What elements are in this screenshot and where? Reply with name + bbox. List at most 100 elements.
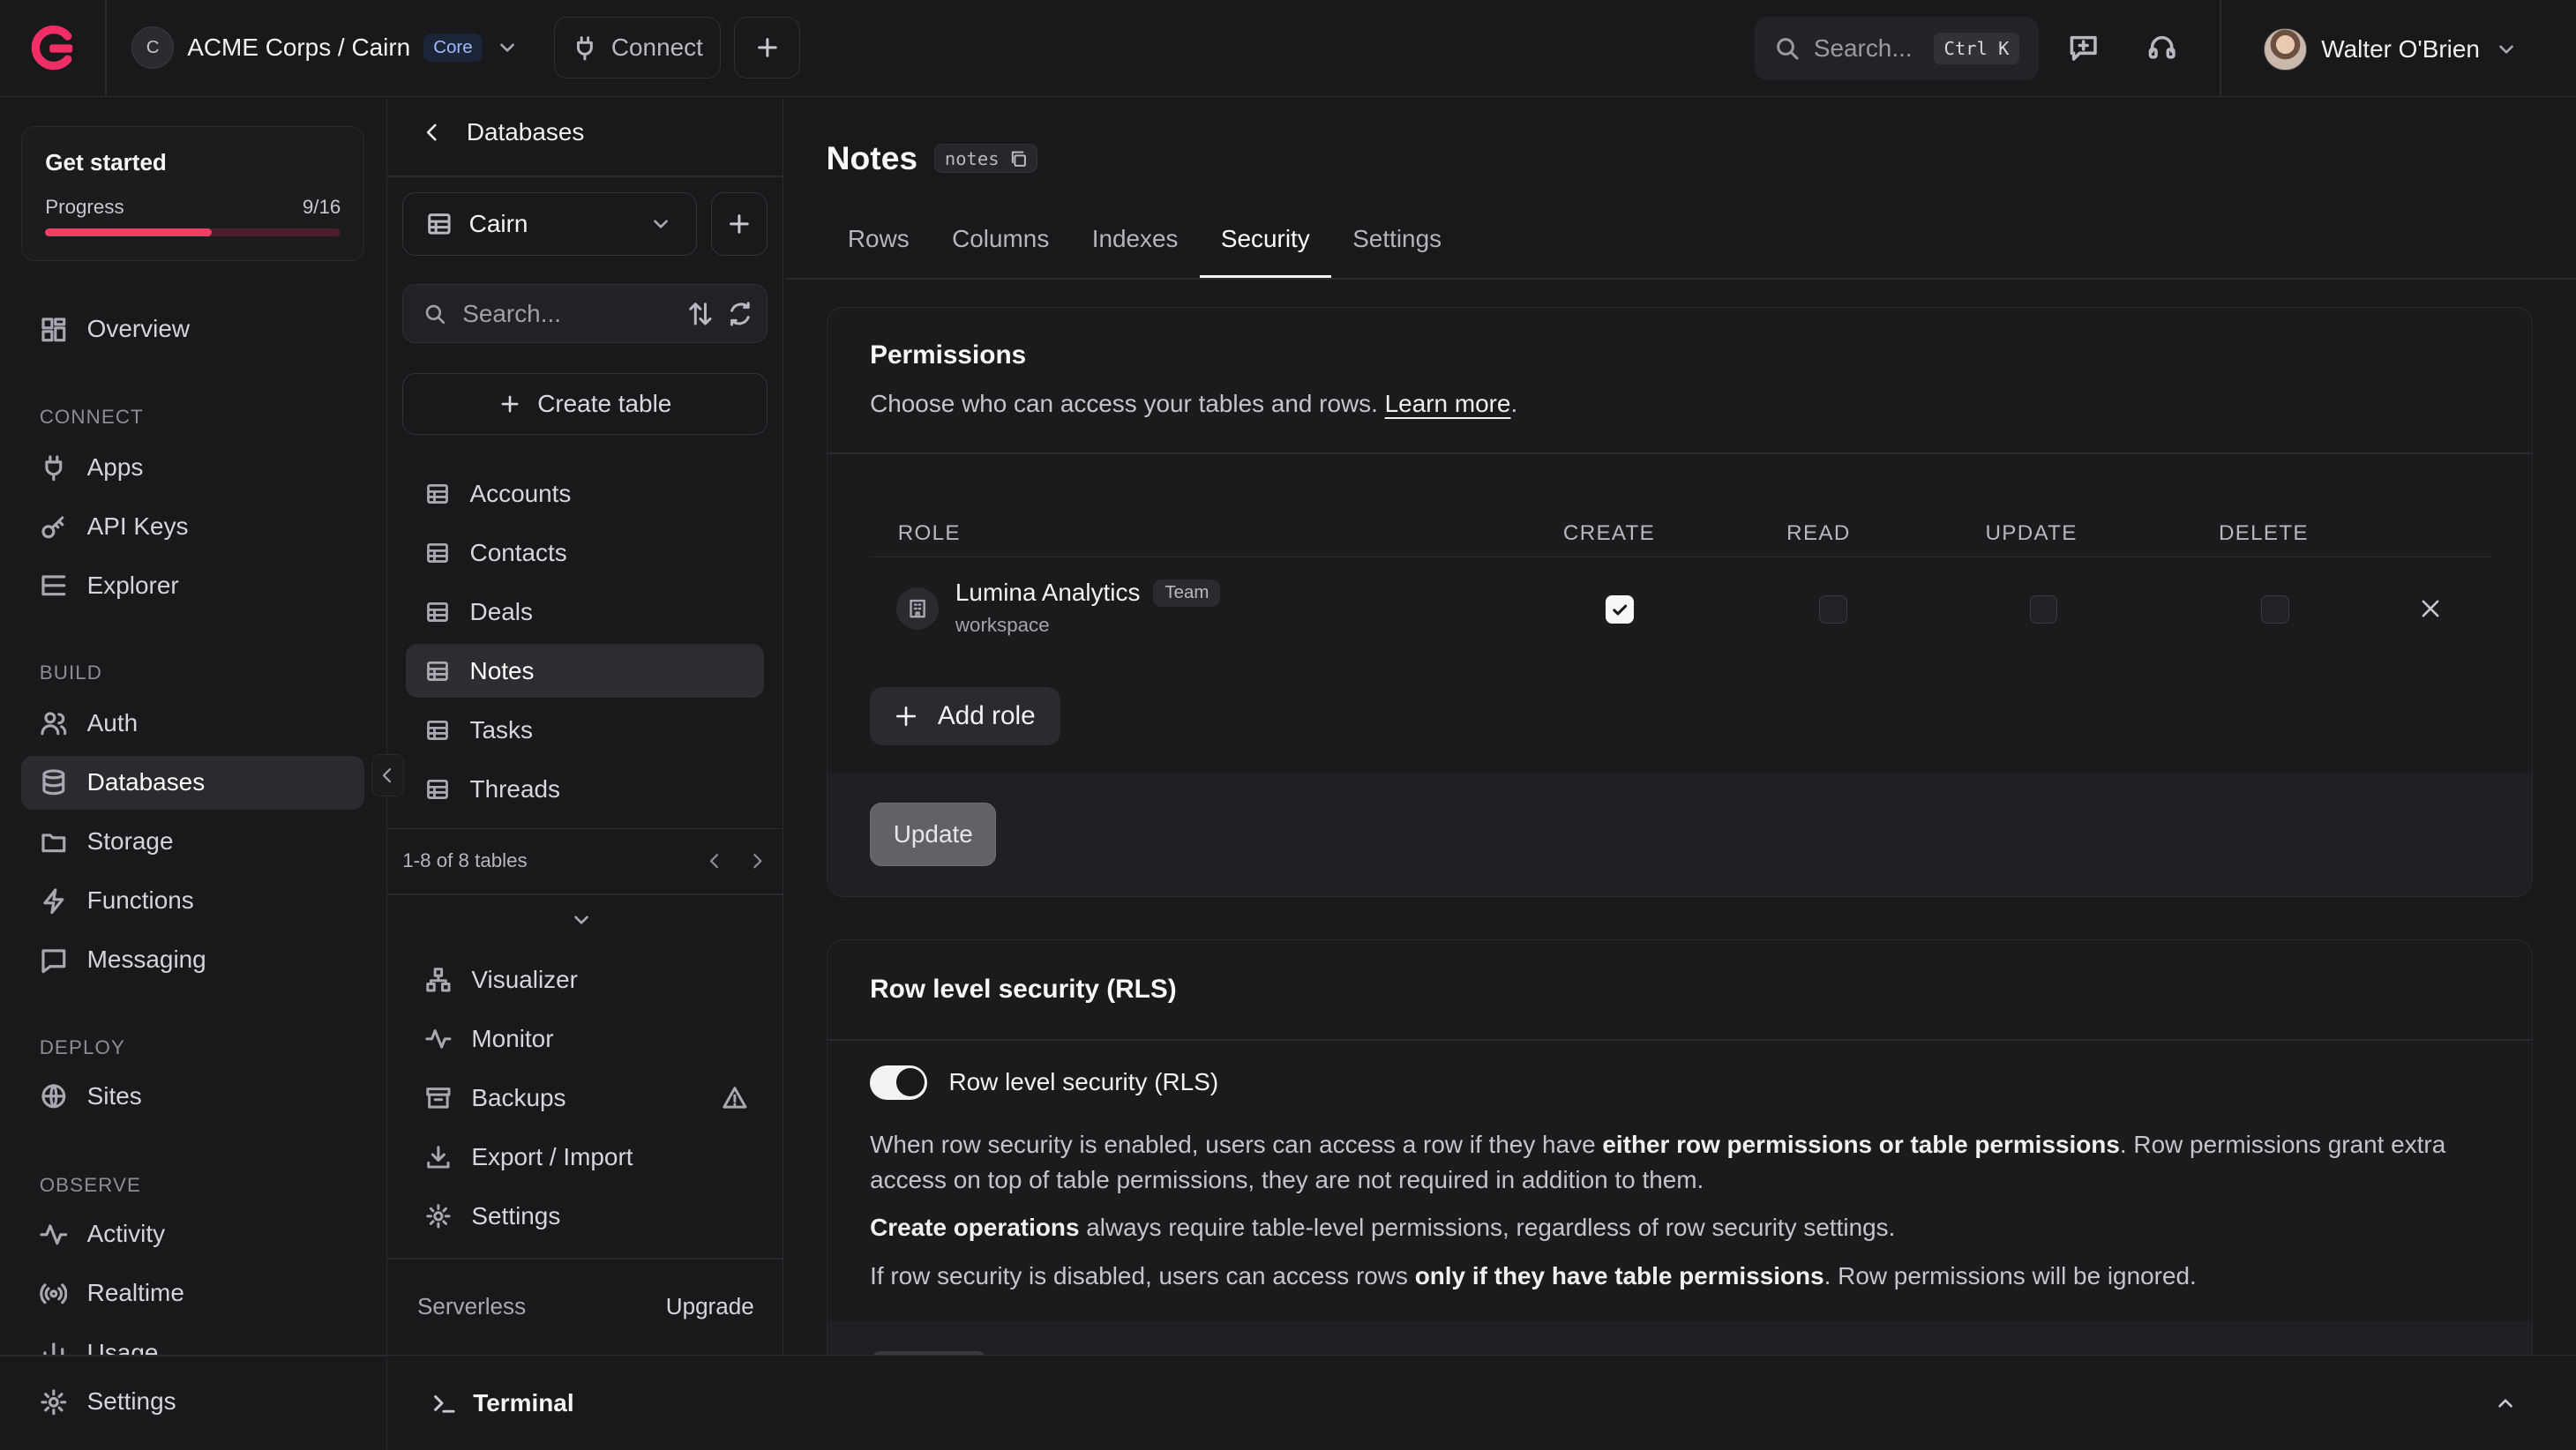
read-permission-checkbox[interactable]: [1819, 595, 1848, 624]
tool-item-visualizer[interactable]: Visualizer: [406, 953, 764, 1006]
database-panel: Databases Cairn Search... Create table A…: [387, 98, 784, 1356]
sidebar-item-functions[interactable]: Functions: [21, 874, 364, 928]
warning-icon: [722, 1085, 748, 1111]
table-item-accounts[interactable]: Accounts: [406, 467, 764, 520]
terminal-bar[interactable]: Terminal: [387, 1355, 2576, 1450]
chevron-down-icon[interactable]: [570, 908, 593, 931]
table-item-label: Threads: [469, 774, 560, 803]
users-icon: [40, 709, 68, 737]
sidebar-item-sites[interactable]: Sites: [21, 1069, 364, 1123]
table-pagination: 1-8 of 8 tables: [402, 842, 767, 878]
top-bar: C ACME Corps / Cairn Core Connect Search…: [0, 0, 2576, 97]
tab-indexes[interactable]: Indexes: [1071, 206, 1200, 278]
chevron-left-icon[interactable]: [705, 851, 724, 871]
chevron-right-icon[interactable]: [747, 851, 767, 871]
database-select[interactable]: Cairn: [402, 191, 697, 257]
learn-more-link[interactable]: Learn more: [1385, 390, 1511, 417]
chevron-left-icon: [421, 121, 444, 144]
create-permission-checkbox[interactable]: [1606, 595, 1634, 624]
rls-toggle-label: Row level security (RLS): [948, 1068, 1219, 1096]
sidebar-item-explorer[interactable]: Explorer: [21, 558, 364, 612]
table-item-tasks[interactable]: Tasks: [406, 703, 764, 757]
tab-security[interactable]: Security: [1199, 206, 1331, 278]
rls-toggle[interactable]: [870, 1065, 928, 1100]
tab-settings[interactable]: Settings: [1331, 206, 1463, 278]
section-label-deploy: DEPLOY: [39, 1036, 125, 1059]
description-text: Choose who can access your tables and ro…: [870, 390, 1378, 418]
pager-arrows: [705, 851, 768, 871]
table-item-threads[interactable]: Threads: [406, 762, 764, 816]
brand-logo-icon[interactable]: [28, 25, 78, 71]
sidebar-item-storage[interactable]: Storage: [21, 815, 364, 869]
tab-rows[interactable]: Rows: [827, 206, 931, 278]
headset-support-icon[interactable]: [2144, 30, 2180, 66]
refresh-icon[interactable]: [727, 301, 753, 327]
sidebar-item-auth[interactable]: Auth: [21, 697, 364, 751]
table-search-input[interactable]: Search...: [402, 284, 768, 344]
connect-label: Connect: [610, 33, 703, 61]
tool-item-settings[interactable]: Settings: [406, 1189, 764, 1243]
add-button[interactable]: [734, 16, 800, 79]
chevron-down-icon: [649, 213, 672, 235]
plan-row: Serverless Upgrade: [417, 1293, 754, 1320]
sidebar-item-messaging[interactable]: Messaging: [21, 933, 364, 987]
sidebar-item-usage[interactable]: Usage: [21, 1326, 364, 1356]
role-name: Lumina Analytics: [955, 579, 1141, 607]
tool-item-monitor[interactable]: Monitor: [406, 1012, 764, 1065]
section-label-build: BUILD: [39, 661, 103, 684]
close-icon[interactable]: [2419, 597, 2442, 620]
create-table-button[interactable]: Create table: [402, 372, 768, 436]
search-icon: [1774, 35, 1801, 62]
sidebar-item-settings[interactable]: Settings: [21, 1375, 364, 1429]
tool-item-label: Settings: [471, 1201, 561, 1230]
sidebar-item-label: Functions: [86, 886, 194, 915]
column-header-delete: DELETE: [2218, 521, 2309, 546]
bold-text: either row permissions or table permissi…: [1602, 1131, 2120, 1159]
plus-icon: [754, 34, 781, 61]
table-item-contacts[interactable]: Contacts: [406, 526, 764, 579]
divider: [2219, 0, 2221, 97]
sidebar-item-label: Storage: [86, 827, 174, 856]
update-permission-checkbox[interactable]: [2029, 595, 2058, 624]
get-started-card[interactable]: Get started Progress 9/16: [21, 126, 365, 262]
tab-columns[interactable]: Columns: [931, 206, 1071, 278]
connect-button[interactable]: Connect: [553, 16, 722, 79]
global-search[interactable]: Search... Ctrl K: [1754, 16, 2039, 81]
table-icon: [425, 482, 450, 506]
plan-badge: Core: [423, 34, 483, 62]
chevron-up-icon[interactable]: [2494, 1392, 2517, 1415]
sidebar-item-activity[interactable]: Activity: [21, 1207, 364, 1261]
pager-text: 1-8 of 8 tables: [402, 848, 528, 871]
text: If row security is disabled, users can a…: [870, 1262, 1415, 1290]
divider: [387, 827, 784, 830]
table-id-badge[interactable]: notes: [933, 144, 1038, 174]
delete-permission-checkbox[interactable]: [2261, 595, 2290, 624]
table-icon: [425, 777, 450, 802]
user-menu[interactable]: Walter O'Brien: [2264, 26, 2518, 72]
table-icon: [425, 718, 450, 743]
sidebar-item-apps[interactable]: Apps: [21, 440, 364, 494]
upgrade-link[interactable]: Upgrade: [666, 1293, 754, 1320]
tool-item-backups[interactable]: Backups: [406, 1071, 764, 1125]
sidebar-item-databases[interactable]: Databases: [21, 755, 365, 811]
sidebar-item-api-keys[interactable]: API Keys: [21, 499, 364, 553]
tool-item-label: Export / Import: [471, 1142, 633, 1170]
key-icon: [40, 512, 68, 541]
add-database-button[interactable]: [711, 191, 768, 257]
update-button[interactable]: Update: [870, 802, 997, 867]
back-to-databases[interactable]: Databases: [421, 118, 584, 146]
org-switcher[interactable]: C ACME Corps / Cairn Core: [131, 25, 519, 71]
table-item-notes[interactable]: Notes: [405, 643, 764, 699]
sidebar-item-realtime[interactable]: Realtime: [21, 1267, 364, 1320]
archive-icon: [425, 1085, 452, 1111]
collapse-sidebar-button[interactable]: [371, 753, 405, 797]
table-item-deals[interactable]: Deals: [406, 585, 764, 639]
add-role-button[interactable]: Add role: [870, 687, 1061, 745]
feedback-icon[interactable]: [2065, 30, 2101, 66]
sort-icon[interactable]: [687, 301, 714, 327]
sidebar-item-overview[interactable]: Overview: [21, 303, 364, 356]
folder-icon: [40, 828, 68, 856]
tool-item-export-import[interactable]: Export / Import: [406, 1130, 764, 1184]
bold-text: only if they have table permissions: [1414, 1262, 1824, 1290]
